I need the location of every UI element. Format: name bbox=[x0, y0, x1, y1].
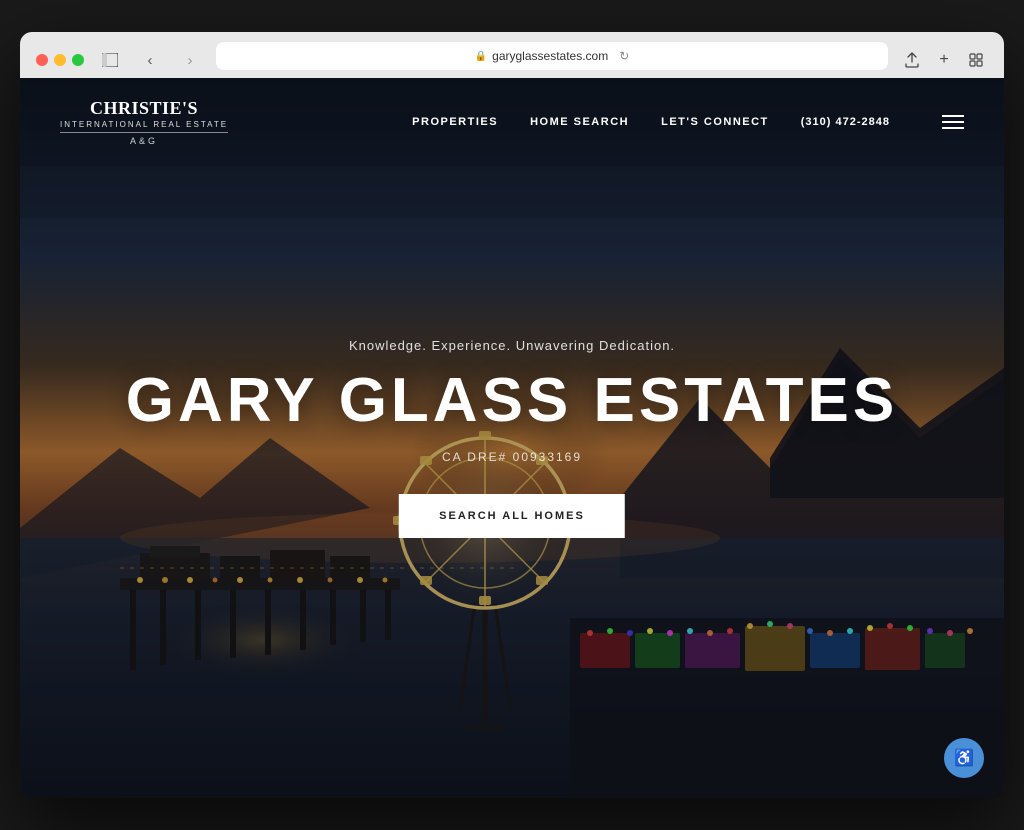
nav-links: PROPERTIES HOME SEARCH LET'S CONNECT (31… bbox=[412, 115, 964, 129]
browser-chrome: ‹ › 🔒 garyglassestates.com ↻ + bbox=[20, 32, 1004, 78]
logo-brand-name: CHRISTIE'S bbox=[90, 98, 198, 119]
url-text: garyglassestates.com bbox=[492, 49, 608, 63]
hero-tagline: Knowledge. Experience. Unwavering Dedica… bbox=[126, 338, 898, 353]
back-button[interactable]: ‹ bbox=[136, 50, 164, 70]
logo: CHRISTIE'S INTERNATIONAL REAL ESTATE A&G bbox=[60, 98, 228, 146]
browser-window: ‹ › 🔒 garyglassestates.com ↻ + bbox=[20, 32, 1004, 798]
close-button[interactable] bbox=[36, 54, 48, 66]
address-bar-container: 🔒 garyglassestates.com ↻ bbox=[216, 42, 888, 78]
hero-dre-number: CA DRE# 00933169 bbox=[126, 450, 898, 464]
hamburger-menu-button[interactable] bbox=[942, 115, 964, 129]
logo-divider bbox=[60, 132, 228, 133]
website-content: CHRISTIE'S INTERNATIONAL REAL ESTATE A&G… bbox=[20, 78, 1004, 798]
logo-akg-text: A&G bbox=[130, 136, 158, 146]
traffic-lights bbox=[36, 54, 84, 66]
address-bar[interactable]: 🔒 garyglassestates.com ↻ bbox=[216, 42, 888, 70]
new-tab-button[interactable]: + bbox=[932, 48, 956, 72]
nav-phone-number: (310) 472-2848 bbox=[801, 116, 890, 128]
lock-icon: 🔒 bbox=[475, 51, 487, 62]
hamburger-line-2 bbox=[942, 121, 964, 123]
hero-title: GARY GLASS ESTATES bbox=[126, 365, 898, 436]
hero-content: Knowledge. Experience. Unwavering Dedica… bbox=[126, 338, 898, 538]
accessibility-icon: ♿ bbox=[954, 748, 974, 768]
share-button[interactable] bbox=[900, 48, 924, 72]
reload-icon[interactable]: ↻ bbox=[619, 49, 629, 63]
navigation: CHRISTIE'S INTERNATIONAL REAL ESTATE A&G… bbox=[20, 78, 1004, 166]
minimize-button[interactable] bbox=[54, 54, 66, 66]
nav-properties-link[interactable]: PROPERTIES bbox=[412, 116, 498, 128]
nav-connect-link[interactable]: LET'S CONNECT bbox=[661, 116, 769, 128]
accessibility-button[interactable]: ♿ bbox=[944, 738, 984, 778]
nav-home-search-link[interactable]: HOME SEARCH bbox=[530, 116, 629, 128]
hamburger-line-3 bbox=[942, 127, 964, 129]
forward-button[interactable]: › bbox=[176, 50, 204, 70]
logo-brand-subtitle: INTERNATIONAL REAL ESTATE bbox=[60, 120, 228, 129]
sidebar-toggle-button[interactable] bbox=[96, 50, 124, 70]
search-all-homes-button[interactable]: SEARCH ALL HOMES bbox=[399, 494, 625, 538]
maximize-button[interactable] bbox=[72, 54, 84, 66]
hamburger-line-1 bbox=[942, 115, 964, 117]
tabs-overview-button[interactable] bbox=[964, 48, 988, 72]
title-bar: ‹ › 🔒 garyglassestates.com ↻ + bbox=[36, 42, 988, 78]
browser-actions: + bbox=[900, 48, 988, 72]
